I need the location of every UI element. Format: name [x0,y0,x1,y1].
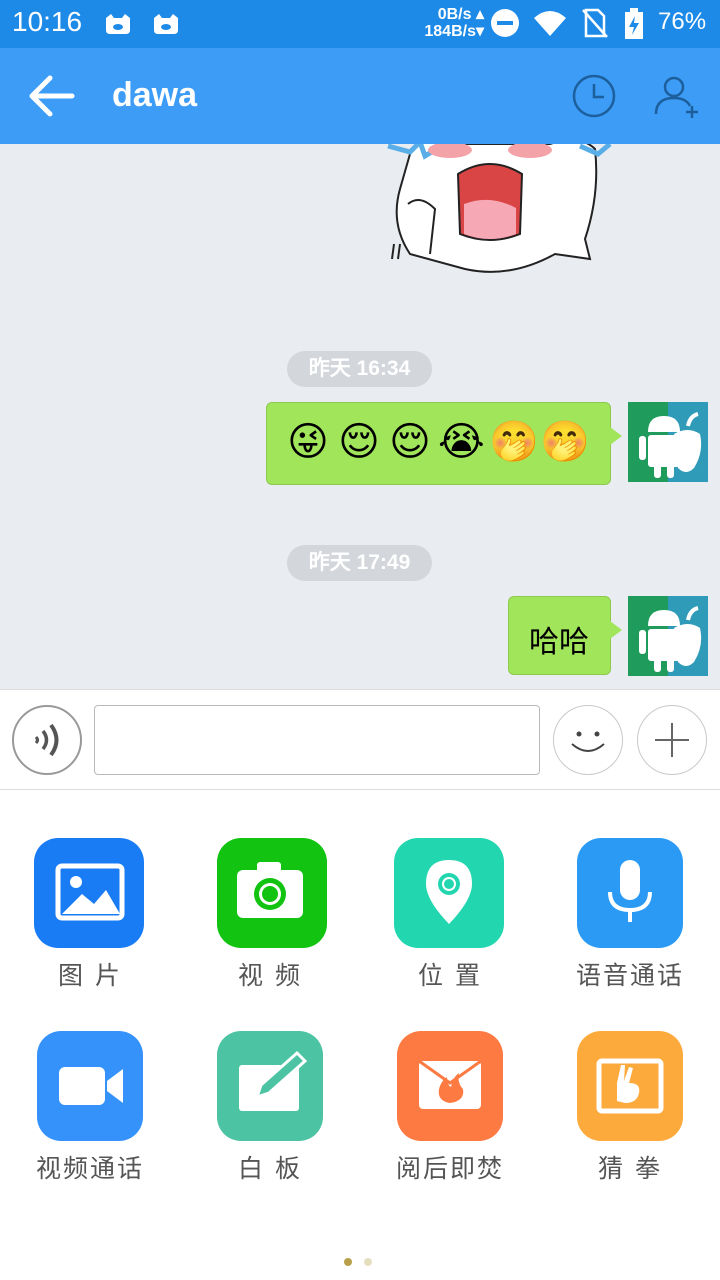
panel-item-icon-bg [394,838,504,948]
chat-messages[interactable]: 昨天 16:34 😜 😌 😌 😭 🤭 🤭 昨天 17:49 哈哈 [0,144,720,689]
image-icon [55,863,125,921]
burn-after-reading-icon [418,1059,482,1109]
panel-item-label: 视 频 [238,961,302,990]
input-bar [0,689,720,790]
panel-item-video[interactable]: 视 频 [190,838,350,998]
panel-item-icon-bg [34,838,144,948]
panel-item-burn-after-reading[interactable]: 阅后即焚 [370,1031,530,1191]
network-speed: 0B/s ▴ 184B/s▾ [424,6,484,40]
microphone-icon [608,860,652,922]
plus-icon [655,723,689,757]
voice-wave-icon [34,723,59,757]
camera-icon [237,862,303,918]
rock-paper-scissors-icon [596,1058,664,1114]
voice-input-button[interactable] [12,705,82,775]
panel-item-rock-paper-scissors[interactable]: 猜 拳 [550,1031,710,1191]
emoji-item: 🤭 [489,419,539,465]
emoji-item: 😌 [389,419,431,465]
emoji-item: 😜 [287,419,329,465]
panel-item-image[interactable]: 图 片 [10,838,170,998]
net-up-speed: 0B/s [437,6,472,23]
panel-item-label: 白 板 [238,1154,302,1183]
message-input[interactable] [94,705,540,775]
crying-cat-sticker[interactable] [380,144,620,284]
message-timestamp: 昨天 17:49 [287,545,432,581]
smiley-icon [571,731,605,752]
message-bubble-emoji[interactable]: 😜 😌 😌 😭 🤭 🤭 [266,402,622,485]
panel-item-voice-call[interactable]: 语音通话 [550,838,710,998]
panel-item-label: 视频通话 [35,1154,144,1183]
panel-item-icon-bg [217,838,327,948]
panel-item-video-call[interactable]: 视频通话 [10,1031,170,1191]
panel-item-icon-bg [577,838,683,948]
panel-item-icon-bg [577,1031,683,1141]
no-sim-icon [582,8,608,38]
status-time: 10:16 [12,6,83,37]
panel-item-location[interactable]: 位 置 [370,838,530,998]
wifi-icon [534,11,566,36]
extras-panel: 图 片 视 频 位 置 语音通话 视频通话 白 板 阅后即焚 猜 拳 [0,790,720,1280]
emoji-list: 😜 😌 😌 😭 🤭 🤭 [285,419,590,465]
notification-cat-icon [154,14,178,34]
page-dot-active [344,1258,352,1266]
whiteboard-icon [239,1050,308,1111]
emoji-item: 😭 [438,419,485,465]
location-icon [426,860,472,924]
panel-item-label: 语音通话 [575,961,684,990]
message-bubble-text[interactable]: 哈哈 [508,596,622,675]
notification-cat-icon [106,14,130,34]
page-indicator [344,1258,372,1266]
message-text: 哈哈 [529,625,589,660]
panel-item-icon-bg [397,1031,503,1141]
avatar[interactable] [628,596,708,676]
app-bar: dawa [0,48,720,144]
panel-item-label: 图 片 [58,961,122,990]
emoji-item: 🤭 [540,419,590,465]
panel-item-whiteboard[interactable]: 白 板 [190,1031,350,1191]
panel-item-label: 猜 拳 [598,1154,662,1183]
emoji-button[interactable] [553,705,623,775]
page-dot [364,1258,372,1266]
panel-item-icon-bg [217,1031,323,1141]
panel-item-icon-bg [37,1031,143,1141]
history-clock-icon[interactable] [570,72,618,120]
add-user-icon[interactable] [652,72,704,120]
emoji-item: 😌 [338,419,380,465]
net-down-speed: 184B/s [424,23,476,40]
panel-item-label: 阅后即焚 [395,1154,504,1183]
message-timestamp: 昨天 16:34 [287,351,432,387]
panel-item-label: 位 置 [418,961,482,990]
back-arrow-icon[interactable] [26,72,78,120]
battery-percent: 76% [658,8,707,35]
avatar[interactable] [628,402,708,482]
status-bar: 10:16 0B/s ▴ 184B/s▾ 76% [0,0,720,48]
more-options-button[interactable] [637,705,707,775]
video-call-icon [59,1067,123,1105]
do-not-disturb-icon [491,9,519,37]
battery-charging-icon [625,8,643,39]
page-title: dawa [112,76,198,114]
